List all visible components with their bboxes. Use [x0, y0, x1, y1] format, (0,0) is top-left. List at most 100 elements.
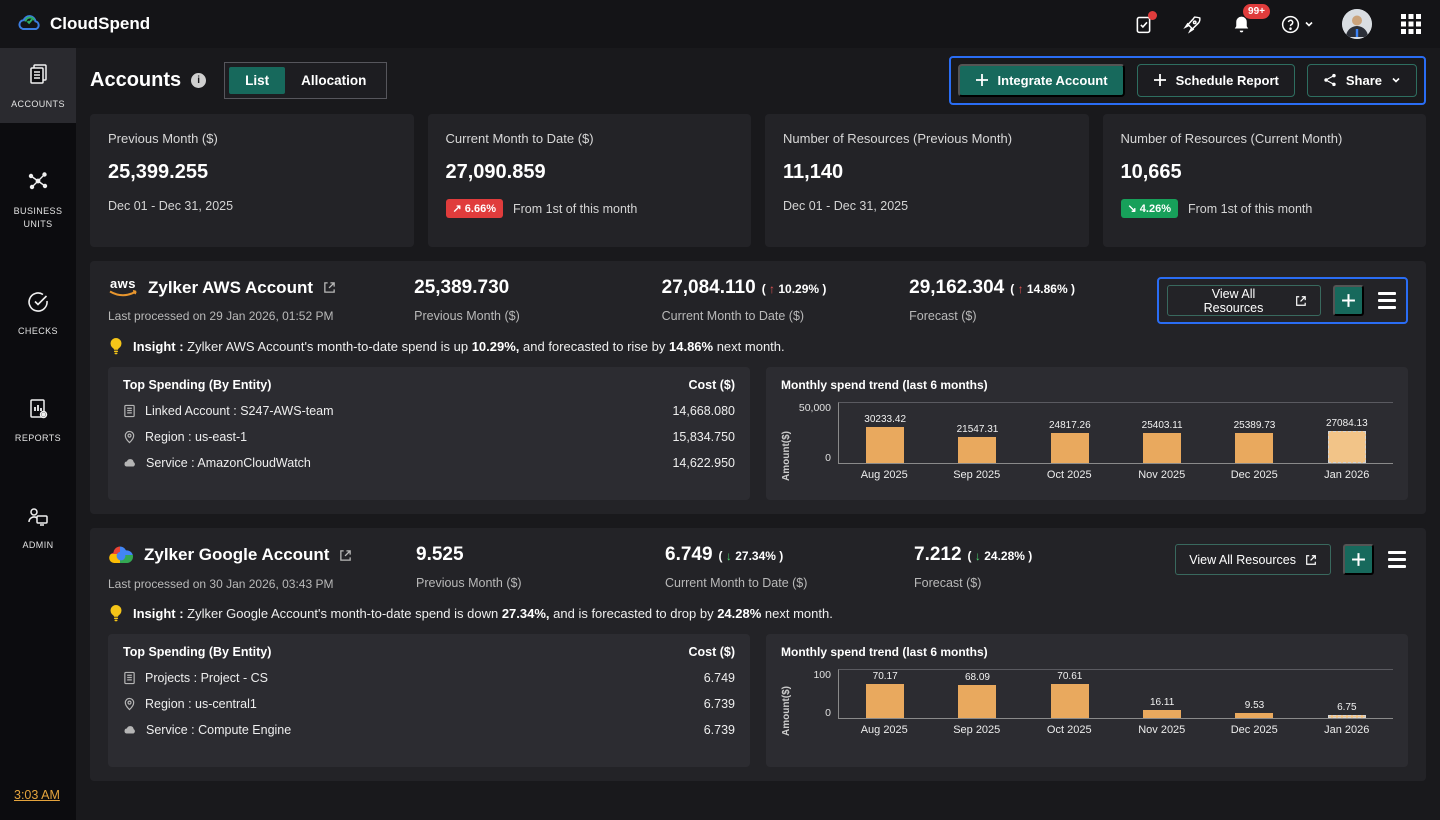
admin-icon [26, 504, 50, 533]
user-avatar[interactable] [1342, 9, 1372, 39]
last-processed-text: Last processed on 29 Jan 2026, 01:52 PM [108, 309, 414, 323]
cloudspend-logo[interactable]: CloudSpend [18, 12, 150, 36]
forecast-bar [1328, 431, 1366, 464]
main-content: Accounts i List Allocation Integrate Acc… [76, 48, 1440, 820]
y-axis-label: Amount($) [781, 402, 792, 481]
stat-forecast: 7.212 ( ↓ 24.28% ) Forecast ($) [914, 544, 1163, 590]
card-title: Previous Month ($) [108, 131, 396, 146]
stat-forecast: 29,162.304 ( ↑ 14.86% ) Forecast ($) [909, 277, 1157, 323]
bar-value-label: 9.53 [1245, 700, 1264, 711]
add-button[interactable] [1333, 285, 1364, 316]
card-value: 11,140 [783, 161, 1071, 184]
forecast-bar [1328, 715, 1366, 718]
x-axis-label: Aug 2025 [838, 724, 931, 736]
page-header: Accounts i List Allocation Integrate Acc… [90, 54, 1426, 106]
view-toggle: List Allocation [224, 62, 387, 99]
projects-icon [123, 671, 136, 685]
account-name[interactable]: Zylker AWS Account [148, 278, 313, 298]
hamburger-menu-icon[interactable] [1376, 288, 1398, 313]
insight-row: Insight : Zylker Google Account's month-… [108, 604, 1408, 622]
linked-account-icon [123, 404, 136, 418]
summary-card-resources-previous: Number of Resources (Previous Month) 11,… [765, 114, 1089, 247]
hamburger-menu-icon[interactable] [1386, 547, 1408, 572]
account-card-google: Zylker Google Account Last processed on … [90, 528, 1426, 781]
bar-value-label: 25403.11 [1142, 420, 1183, 431]
summary-card-resources-current: Number of Resources (Current Month) 10,6… [1103, 114, 1427, 247]
external-link-icon[interactable] [323, 281, 336, 294]
sidebar-item-admin[interactable]: ADMIN [0, 490, 76, 565]
row-label: Region : us-east-1 [145, 430, 247, 444]
sidebar: ACCOUNTS BUSINESS UNITS CHECKS [0, 48, 76, 820]
bar [958, 685, 996, 718]
bar-value-label: 68.09 [965, 672, 990, 683]
lightbulb-icon [108, 604, 124, 622]
integrate-account-button[interactable]: Integrate Account [958, 64, 1125, 97]
table-row: Projects : Project - CS 6.749 [123, 671, 735, 685]
chart-title: Monthly spend trend (last 6 months) [781, 378, 1393, 392]
top-spending-panel: Top Spending (By Entity) Cost ($) Linked… [108, 367, 750, 500]
help-menu[interactable] [1280, 14, 1314, 35]
row-label: Region : us-central1 [145, 697, 257, 711]
share-icon [1323, 73, 1337, 87]
stat-previous-month: 9.525 Previous Month ($) [416, 544, 665, 590]
x-axis-label: Jan 2026 [1301, 724, 1394, 736]
tab-allocation[interactable]: Allocation [285, 67, 382, 94]
bar-column: 27084.13 [1301, 403, 1393, 463]
info-icon[interactable]: i [191, 73, 206, 88]
bar [866, 427, 904, 463]
aws-logo-icon: aws [108, 277, 138, 298]
delta-badge-up: ↗ 6.66% [446, 199, 503, 218]
page-title: Accounts [90, 69, 181, 92]
brand-name: CloudSpend [50, 14, 150, 34]
bar-value-label: 30233.42 [864, 414, 906, 425]
x-axis-label: Dec 2025 [1208, 724, 1301, 736]
last-processed-text: Last processed on 30 Jan 2026, 03:43 PM [108, 577, 416, 591]
top-spending-panel: Top Spending (By Entity) Cost ($) Projec… [108, 634, 750, 767]
account-name[interactable]: Zylker Google Account [144, 545, 329, 565]
row-cost: 6.739 [704, 697, 735, 711]
trend-up-icon: ↑ [769, 282, 775, 296]
share-button[interactable]: Share [1307, 64, 1417, 97]
table-row: Service : Compute Engine 6.739 [123, 723, 735, 737]
view-all-resources-button[interactable]: View All Resources [1167, 285, 1322, 316]
checks-icon [26, 290, 50, 319]
bar [1051, 684, 1089, 718]
header-actions-group: Integrate Account Schedule Report Share [949, 56, 1426, 105]
y-axis-ticks: 100 0 [792, 669, 838, 719]
tasks-icon[interactable] [1133, 14, 1154, 35]
bar [1143, 710, 1181, 718]
plus-icon [1351, 552, 1366, 567]
apps-grid-icon[interactable] [1400, 13, 1422, 35]
table-row: Linked Account : S247-AWS-team 14,668.08… [123, 404, 735, 418]
add-button[interactable] [1343, 544, 1374, 575]
google-cloud-logo-icon [108, 544, 134, 566]
accounts-icon [26, 62, 50, 91]
y-axis-ticks: 50,000 0 [792, 402, 838, 464]
bar-column: 6.75 [1301, 670, 1393, 718]
last-refresh-time-link[interactable]: 3:03 AM [14, 788, 60, 802]
schedule-report-button[interactable]: Schedule Report [1137, 64, 1295, 97]
row-cost: 14,622.950 [672, 456, 735, 470]
bar-column: 25403.11 [1116, 403, 1208, 463]
sidebar-item-business-units[interactable]: BUSINESS UNITS [0, 155, 76, 244]
rocket-icon[interactable] [1182, 14, 1203, 35]
bar [1143, 433, 1181, 463]
summary-card-previous-month: Previous Month ($) 25,399.255 Dec 01 - D… [90, 114, 414, 247]
bar-value-label: 16.11 [1150, 697, 1174, 708]
sidebar-item-checks[interactable]: CHECKS [0, 276, 76, 351]
bar-column: 21547.31 [931, 403, 1023, 463]
sidebar-item-reports[interactable]: REPORTS [0, 383, 76, 458]
tab-list[interactable]: List [229, 67, 285, 94]
bar-value-label: 27084.13 [1326, 418, 1368, 429]
notification-count-badge: 99+ [1243, 4, 1270, 19]
view-all-resources-button[interactable]: View All Resources [1175, 544, 1331, 575]
bar-column: 70.61 [1024, 670, 1116, 718]
bar-column: 9.53 [1208, 670, 1300, 718]
trend-down-icon: ↘ [1128, 203, 1137, 215]
bar-chart: 70.1768.0970.6116.119.536.75 [838, 669, 1393, 719]
external-link-icon[interactable] [339, 549, 352, 562]
bell-icon[interactable]: 99+ [1231, 14, 1252, 35]
insight-row: Insight : Zylker AWS Account's month-to-… [108, 337, 1408, 355]
sidebar-item-accounts[interactable]: ACCOUNTS [0, 48, 76, 123]
card-title: Current Month to Date ($) [446, 131, 734, 146]
